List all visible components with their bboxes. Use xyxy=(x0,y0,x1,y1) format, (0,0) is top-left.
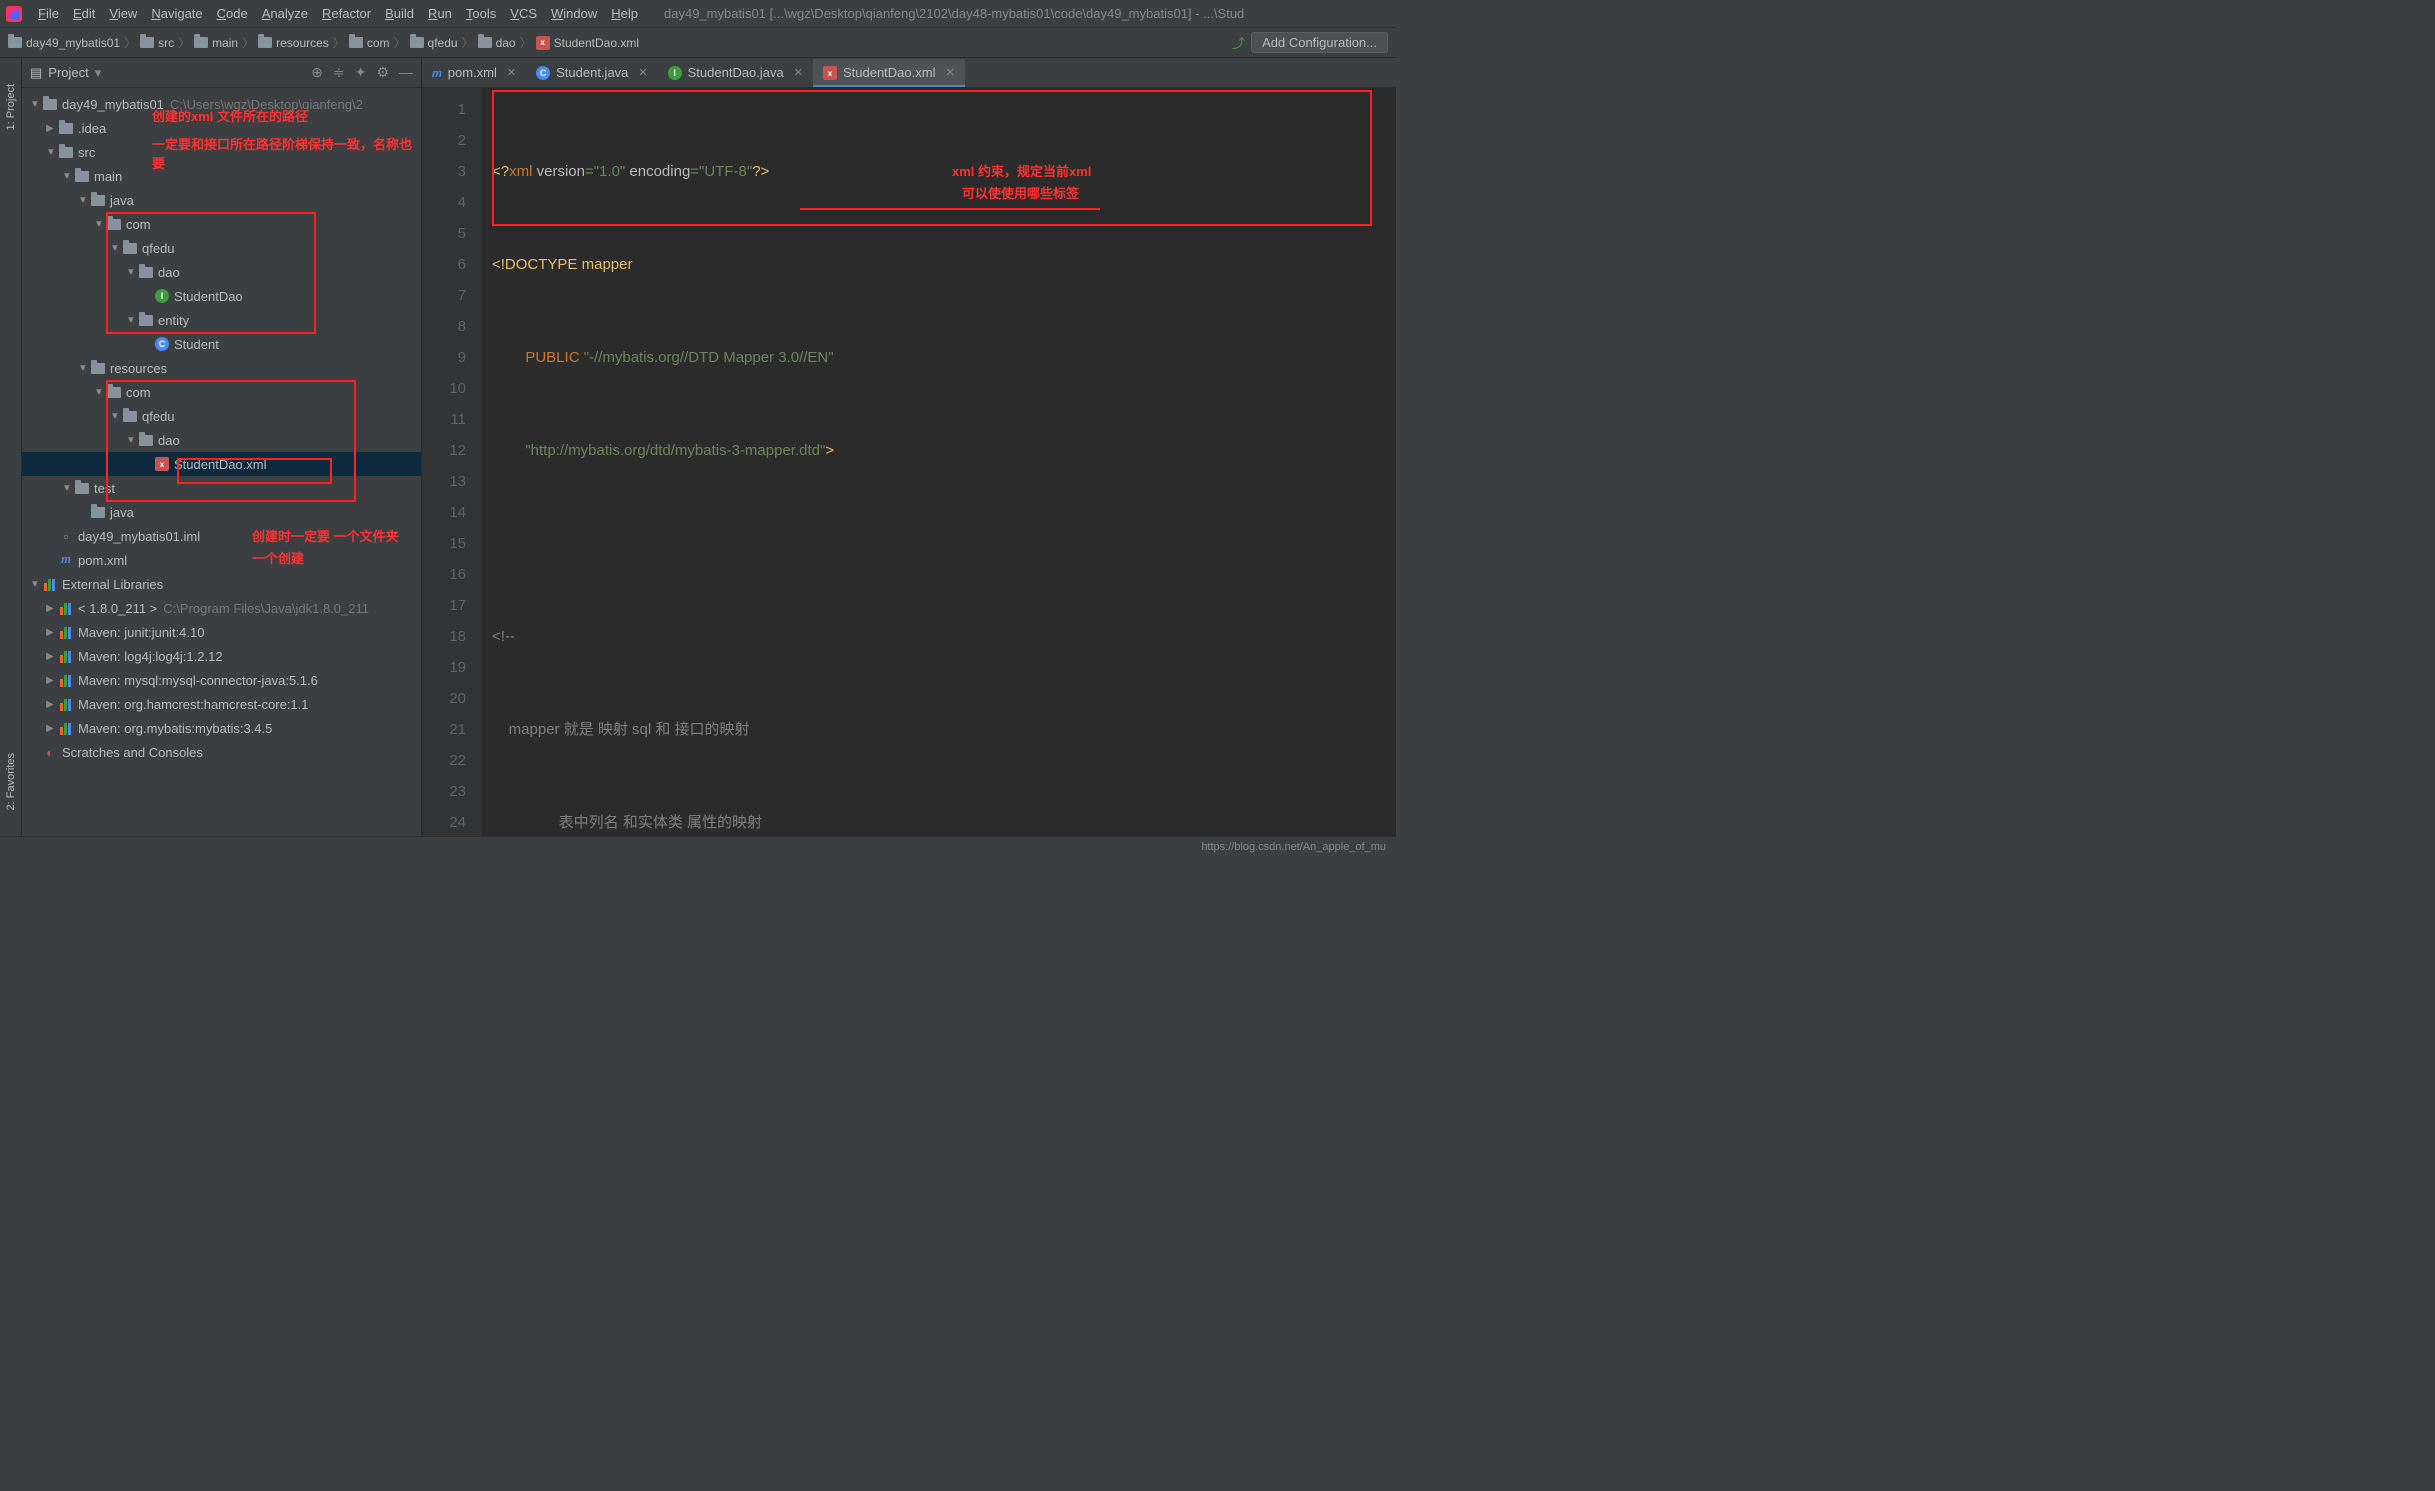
project-tree[interactable]: ▼day49_mybatis01C:\Users\wgz\Desktop\qia… xyxy=(22,88,421,836)
sidetab-project[interactable]: 1: Project xyxy=(3,78,19,136)
menu-analyze[interactable]: Analyze xyxy=(256,4,314,23)
toolbar: day49_mybatis01〉src〉main〉resources〉com〉q… xyxy=(0,28,1396,58)
add-configuration-button[interactable]: Add Configuration... xyxy=(1251,32,1388,53)
breadcrumb: day49_mybatis01〉src〉main〉resources〉com〉q… xyxy=(8,34,639,51)
editor-tab-StudentDao.java[interactable]: IStudentDao.java✕ xyxy=(658,59,813,87)
tree-item-dao[interactable]: ▼dao xyxy=(22,260,421,284)
editor-tab-pom.xml[interactable]: mpom.xml✕ xyxy=(422,59,526,87)
tree-item-Maven: mysql:mysql-connector-java:5.1.6[interactable]: ▶Maven: mysql:mysql-connector-java:5.1.6 xyxy=(22,668,421,692)
menu-tools[interactable]: Tools xyxy=(460,4,502,23)
editor-gutter: 123456789101112131415161718192021222324 xyxy=(422,88,482,836)
statusbar-text: https://blog.csdn.net/An_apple_of_mu xyxy=(1201,841,1386,853)
breadcrumb-day49_mybatis01[interactable]: day49_mybatis01 xyxy=(8,36,120,50)
editor-area: mpom.xml✕CStudent.java✕IStudentDao.java✕… xyxy=(422,58,1396,836)
editor-body[interactable]: 123456789101112131415161718192021222324 … xyxy=(422,88,1396,836)
tree-item-External Libraries[interactable]: ▼External Libraries xyxy=(22,572,421,596)
close-tab-icon[interactable]: ✕ xyxy=(638,66,647,79)
close-tab-icon[interactable]: ✕ xyxy=(507,66,516,79)
tree-item-qfedu[interactable]: ▼qfedu xyxy=(22,404,421,428)
menu-file[interactable]: File xyxy=(32,4,65,23)
tree-item-Maven: log4j:log4j:1.2.12[interactable]: ▶Maven: log4j:log4j:1.2.12 xyxy=(22,644,421,668)
menu-code[interactable]: Code xyxy=(211,4,254,23)
menu-navigate[interactable]: Navigate xyxy=(145,4,208,23)
collapse-icon[interactable]: ✦ xyxy=(355,64,367,81)
tree-item-java[interactable]: ▼java xyxy=(22,188,421,212)
tree-item-src[interactable]: ▼src xyxy=(22,140,421,164)
tree-item-.idea[interactable]: ▶.idea xyxy=(22,116,421,140)
tree-item-day49_mybatis01[interactable]: ▼day49_mybatis01C:\Users\wgz\Desktop\qia… xyxy=(22,92,421,116)
breadcrumb-StudentDao.xml[interactable]: xStudentDao.xml xyxy=(536,36,639,50)
tree-item-Maven: org.mybatis:mybatis:3.4.5[interactable]: ▶Maven: org.mybatis:mybatis:3.4.5 xyxy=(22,716,421,740)
window-title: day49_mybatis01 [...\wgz\Desktop\qianfen… xyxy=(664,6,1390,21)
close-tab-icon[interactable]: ✕ xyxy=(945,66,954,79)
left-tool-tabs: 1: Project 2: Favorites xyxy=(0,58,22,836)
project-tool-window: ▤ Project ▾ ⊕ ≑ ✦ ⚙ — ▼day49_mybatis01C:… xyxy=(22,58,422,836)
tree-item-com[interactable]: ▼com xyxy=(22,380,421,404)
editor-tab-Student.java[interactable]: CStudent.java✕ xyxy=(526,59,658,87)
menu-run[interactable]: Run xyxy=(422,4,458,23)
app-icon xyxy=(6,6,22,22)
project-panel-header: ▤ Project ▾ ⊕ ≑ ✦ ⚙ — xyxy=(22,58,421,88)
menu-help[interactable]: Help xyxy=(605,4,644,23)
breadcrumb-src[interactable]: src xyxy=(140,36,174,50)
breadcrumb-main[interactable]: main xyxy=(194,36,238,50)
project-view-icon: ▤ xyxy=(30,65,42,81)
menu-vcs[interactable]: VCS xyxy=(504,4,543,23)
annotation-underline xyxy=(800,208,1100,210)
editor-code[interactable]: <?xml version="1.0" encoding="UTF-8"?> <… xyxy=(482,88,1396,836)
tree-item-qfedu[interactable]: ▼qfedu xyxy=(22,236,421,260)
editor-tabs: mpom.xml✕CStudent.java✕IStudentDao.java✕… xyxy=(422,58,1396,88)
menubar: FileEditViewNavigateCodeAnalyzeRefactorB… xyxy=(32,4,644,23)
breadcrumb-dao[interactable]: dao xyxy=(478,36,516,50)
gear-icon[interactable]: ⚙ xyxy=(376,64,389,81)
menu-view[interactable]: View xyxy=(103,4,143,23)
menu-edit[interactable]: Edit xyxy=(67,4,101,23)
titlebar: FileEditViewNavigateCodeAnalyzeRefactorB… xyxy=(0,0,1396,28)
tree-item-main[interactable]: ▼main xyxy=(22,164,421,188)
tree-item-dao[interactable]: ▼dao xyxy=(22,428,421,452)
tree-item-com[interactable]: ▼com xyxy=(22,212,421,236)
build-icon[interactable]: ⤴ xyxy=(1232,33,1245,52)
tree-item-Scratches and Consoles[interactable]: ◐Scratches and Consoles xyxy=(22,740,421,764)
close-tab-icon[interactable]: ✕ xyxy=(794,66,803,79)
project-panel-title: Project xyxy=(48,65,88,80)
hide-icon[interactable]: — xyxy=(399,64,413,81)
breadcrumb-resources[interactable]: resources xyxy=(258,36,329,50)
tree-item-Student[interactable]: CStudent xyxy=(22,332,421,356)
breadcrumb-qfedu[interactable]: qfedu xyxy=(410,36,458,50)
tree-item-Maven: junit:junit:4.10[interactable]: ▶Maven: junit:junit:4.10 xyxy=(22,620,421,644)
sidetab-favorites[interactable]: 2: Favorites xyxy=(3,747,19,816)
statusbar: https://blog.csdn.net/An_apple_of_mu xyxy=(0,836,1396,856)
tree-item-< 1.8.0_211 >[interactable]: ▶< 1.8.0_211 >C:\Program Files\Java\jdk1… xyxy=(22,596,421,620)
tree-item-entity[interactable]: ▼entity xyxy=(22,308,421,332)
tree-item-test[interactable]: ▼test xyxy=(22,476,421,500)
menu-refactor[interactable]: Refactor xyxy=(316,4,377,23)
tree-item-day49_mybatis01.iml[interactable]: ▫day49_mybatis01.iml xyxy=(22,524,421,548)
menu-window[interactable]: Window xyxy=(545,4,603,23)
expand-icon[interactable]: ≑ xyxy=(333,64,345,81)
tree-item-resources[interactable]: ▼resources xyxy=(22,356,421,380)
tree-item-StudentDao[interactable]: IStudentDao xyxy=(22,284,421,308)
editor-tab-StudentDao.xml[interactable]: xStudentDao.xml✕ xyxy=(813,59,965,87)
menu-build[interactable]: Build xyxy=(379,4,420,23)
tree-item-StudentDao.xml[interactable]: xStudentDao.xml xyxy=(22,452,421,476)
tree-item-pom.xml[interactable]: mpom.xml xyxy=(22,548,421,572)
tree-item-Maven: org.hamcrest:hamcrest-core:1.1[interactable]: ▶Maven: org.hamcrest:hamcrest-core:1.1 xyxy=(22,692,421,716)
locate-icon[interactable]: ⊕ xyxy=(311,64,323,81)
breadcrumb-com[interactable]: com xyxy=(349,36,390,50)
tree-item-java[interactable]: java xyxy=(22,500,421,524)
